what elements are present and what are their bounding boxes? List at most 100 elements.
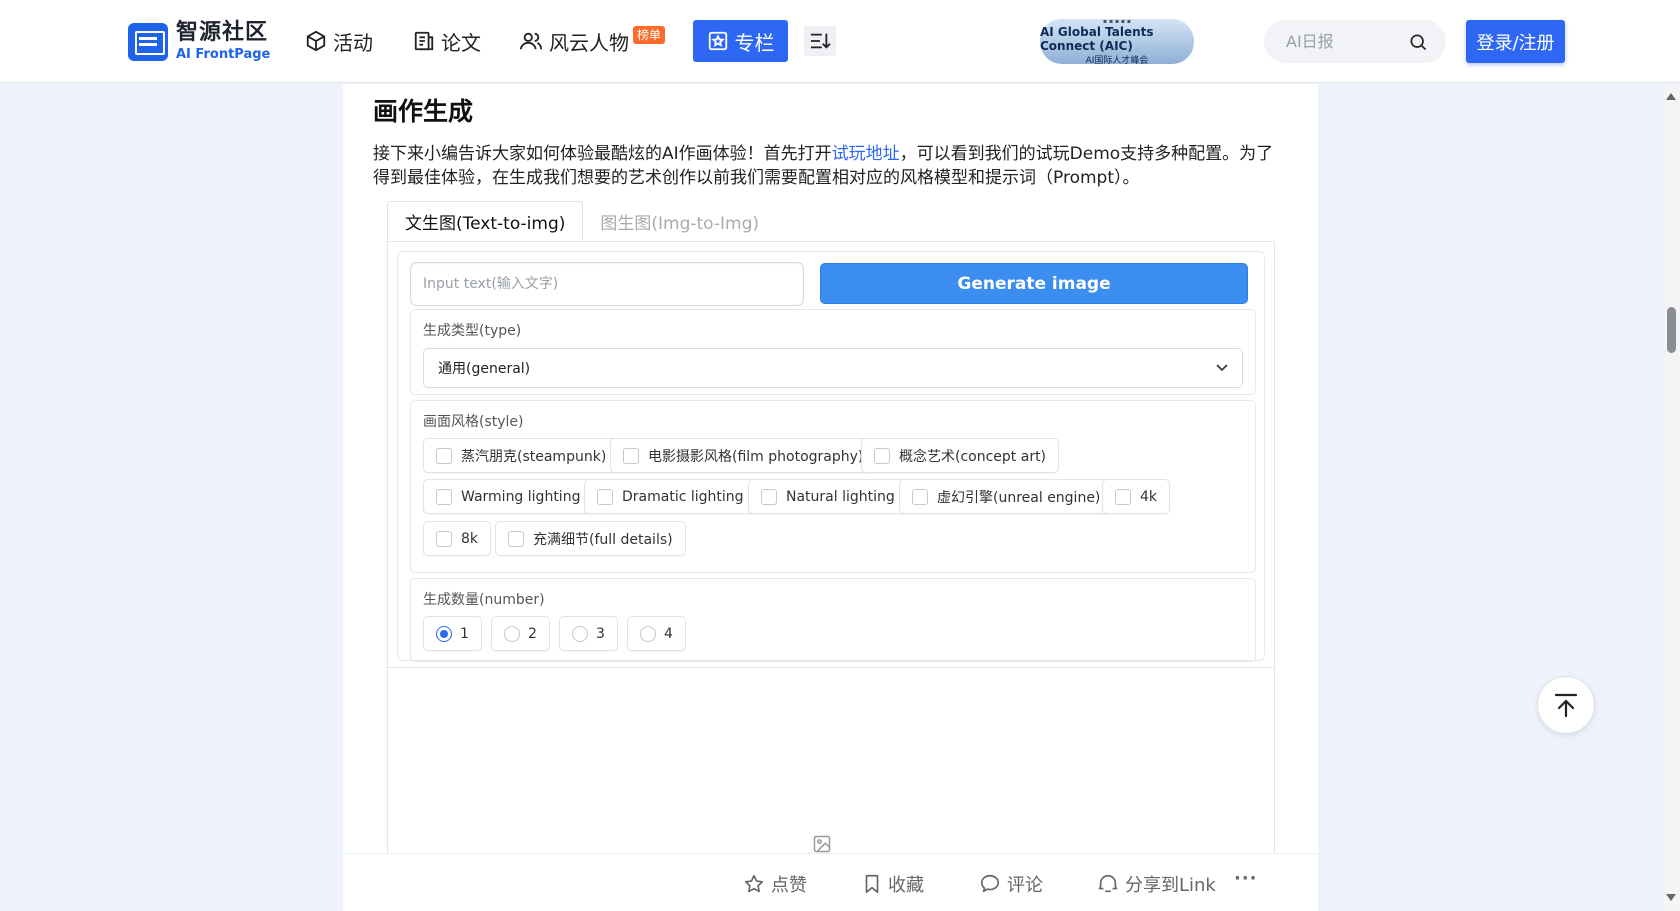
site-logo[interactable]: 智源社区 AI FrontPage [128, 22, 270, 61]
generate-image-button[interactable]: Generate image [820, 263, 1248, 304]
scrollbar-thumb[interactable] [1667, 307, 1676, 353]
style-option-natural-lighting[interactable]: Natural lighting [748, 479, 908, 514]
aic-subtitle: AI国际人才峰会 [1085, 55, 1149, 66]
logo-mark-icon [128, 22, 168, 61]
number-option-2[interactable]: 2 [491, 616, 550, 651]
article-action-bar: 点赞 收藏 评论 分享到Link ··· [343, 853, 1318, 911]
cube-icon [306, 30, 326, 52]
sort-menu-button[interactable] [804, 26, 836, 56]
nav-label: 活动 [333, 30, 373, 55]
aic-title: AI Global Talents Connect (AIC) [1040, 24, 1154, 53]
page-scrollbar[interactable] [1663, 84, 1680, 911]
aic-logos-icon: ▪ ▪ ▪ ▪ ▪ [1103, 17, 1131, 25]
style-group: 画面风格(style) 蒸汽朋克(steampunk) 电影摄影风格(film … [410, 400, 1256, 573]
nav-item-people[interactable]: 风云人物 榜单 [519, 20, 666, 62]
checkbox-icon [761, 488, 777, 505]
chevron-down-icon [1216, 364, 1228, 372]
style-option-unreal-engine[interactable]: 虚幻引擎(unreal engine) [899, 479, 1114, 514]
type-group: 生成类型(type) 通用(general) [410, 309, 1256, 395]
number-option-3[interactable]: 3 [559, 616, 618, 651]
style-option-full-details[interactable]: 充满细节(full details) [495, 521, 686, 556]
option-label: 3 [596, 625, 605, 642]
checkbox-icon [1115, 488, 1131, 505]
number-group: 生成数量(number) 1 2 3 4 [410, 578, 1256, 662]
style-label: 画面风格(style) [423, 414, 524, 430]
checkbox-icon [436, 530, 452, 547]
type-selected-value: 通用(general) [438, 361, 531, 377]
share-link-button[interactable]: 分享到Link [1097, 871, 1216, 897]
type-select[interactable]: 通用(general) [423, 348, 1243, 388]
sort-icon [810, 33, 831, 49]
search-input[interactable] [1286, 32, 1396, 51]
option-label: 概念艺术(concept art) [899, 448, 1047, 465]
action-label: 分享到Link [1125, 875, 1216, 896]
link-share-icon [1098, 874, 1118, 893]
checkbox-icon [508, 530, 524, 547]
type-label: 生成类型(type) [423, 323, 522, 339]
action-label: 评论 [1007, 875, 1043, 896]
tab-text-to-img[interactable]: 文生图(Text-to-img) [387, 201, 584, 242]
checkbox-icon [436, 447, 452, 464]
star-box-icon [708, 31, 727, 51]
comment-button[interactable]: 评论 [979, 871, 1043, 897]
more-button[interactable]: ··· [1234, 868, 1258, 889]
prompt-input[interactable] [410, 262, 804, 306]
favorite-button[interactable]: 收藏 [862, 871, 924, 897]
search-icon[interactable] [1408, 32, 1428, 52]
option-label: 8k [461, 530, 479, 547]
nav-label: 专栏 [734, 30, 775, 55]
intro-paragraph: 接下来小编告诉大家如何体验最酷炫的AI作画体验！首先打开试玩地址，可以看到我们的… [373, 142, 1285, 190]
nav-item-zhuanlan[interactable]: 专栏 [693, 20, 788, 62]
nav-label: 风云人物 [549, 30, 629, 55]
number-label: 生成数量(number) [423, 592, 545, 608]
people-icon [520, 32, 542, 50]
style-option-8k[interactable]: 8k [423, 521, 492, 556]
option-label: 4k [1140, 488, 1158, 505]
checkbox-icon [597, 488, 613, 505]
option-label: 蒸汽朋克(steampunk) [461, 448, 607, 465]
option-label: 虚幻引擎(unreal engine) [937, 489, 1101, 506]
style-option-4k[interactable]: 4k [1102, 479, 1171, 514]
bookmark-icon [865, 874, 879, 894]
like-button[interactable]: 点赞 [743, 871, 807, 897]
top-navigation-bar: 智源社区 AI FrontPage 活动 论文 风云人物 榜单 专栏 ▪ ▪ ▪… [0, 0, 1680, 83]
settings-panel: Generate image 生成类型(type) 通用(general) 画面… [397, 251, 1265, 662]
option-label: 电影摄影风格(film photography) [648, 448, 864, 465]
login-button[interactable]: 登录/注册 [1466, 20, 1565, 63]
scroll-down-arrow-icon[interactable] [1666, 894, 1676, 901]
para-text: 接下来小编告诉大家如何体验最酷炫的AI作画体验！首先打开 [373, 144, 832, 164]
tab-img-to-img[interactable]: 图生图(Img-to-Img) [583, 201, 776, 242]
style-option-concept-art[interactable]: 概念艺术(concept art) [861, 438, 1060, 473]
demo-link[interactable]: 试玩地址 [832, 144, 900, 164]
logo-title: 智源社区 [176, 20, 269, 45]
comment-icon [980, 874, 1000, 893]
radio-selected-icon [436, 625, 452, 642]
arrow-up-to-top-icon [1554, 693, 1578, 718]
demo-panel: Generate image 生成类型(type) 通用(general) 画面… [387, 241, 1275, 911]
nav-label: 论文 [441, 30, 481, 55]
search-box [1264, 20, 1446, 63]
logo-subtitle: AI FrontPage [176, 47, 271, 62]
logo-text: 智源社区 AI FrontPage [176, 20, 271, 62]
scroll-up-arrow-icon[interactable] [1666, 93, 1676, 100]
back-to-top-button[interactable] [1537, 676, 1595, 734]
action-label: 点赞 [771, 875, 807, 896]
section-heading: 画作生成 [373, 97, 474, 126]
aic-banner[interactable]: ▪ ▪ ▪ ▪ ▪ AI Global Talents Connect (AIC… [1040, 17, 1194, 66]
radio-icon [504, 625, 520, 642]
option-label: Natural lighting [786, 488, 895, 505]
number-option-4[interactable]: 4 [627, 616, 686, 651]
checkbox-icon [436, 488, 452, 505]
style-option-warming-lighting[interactable]: Warming lighting [423, 479, 594, 514]
radio-icon [640, 625, 656, 642]
number-option-1[interactable]: 1 [423, 616, 482, 651]
action-label: 收藏 [888, 875, 924, 896]
nav-item-huodong[interactable]: 活动 [305, 20, 373, 62]
style-option-film-photography[interactable]: 电影摄影风格(film photography) [610, 438, 877, 473]
style-option-steampunk[interactable]: 蒸汽朋克(steampunk) [423, 438, 620, 473]
style-option-dramatic-lighting[interactable]: Dramatic lighting [584, 479, 757, 514]
option-label: Warming lighting [461, 488, 581, 505]
option-label: 4 [664, 625, 673, 642]
checkbox-icon [623, 447, 639, 464]
nav-item-lunwen[interactable]: 论文 [413, 20, 481, 62]
